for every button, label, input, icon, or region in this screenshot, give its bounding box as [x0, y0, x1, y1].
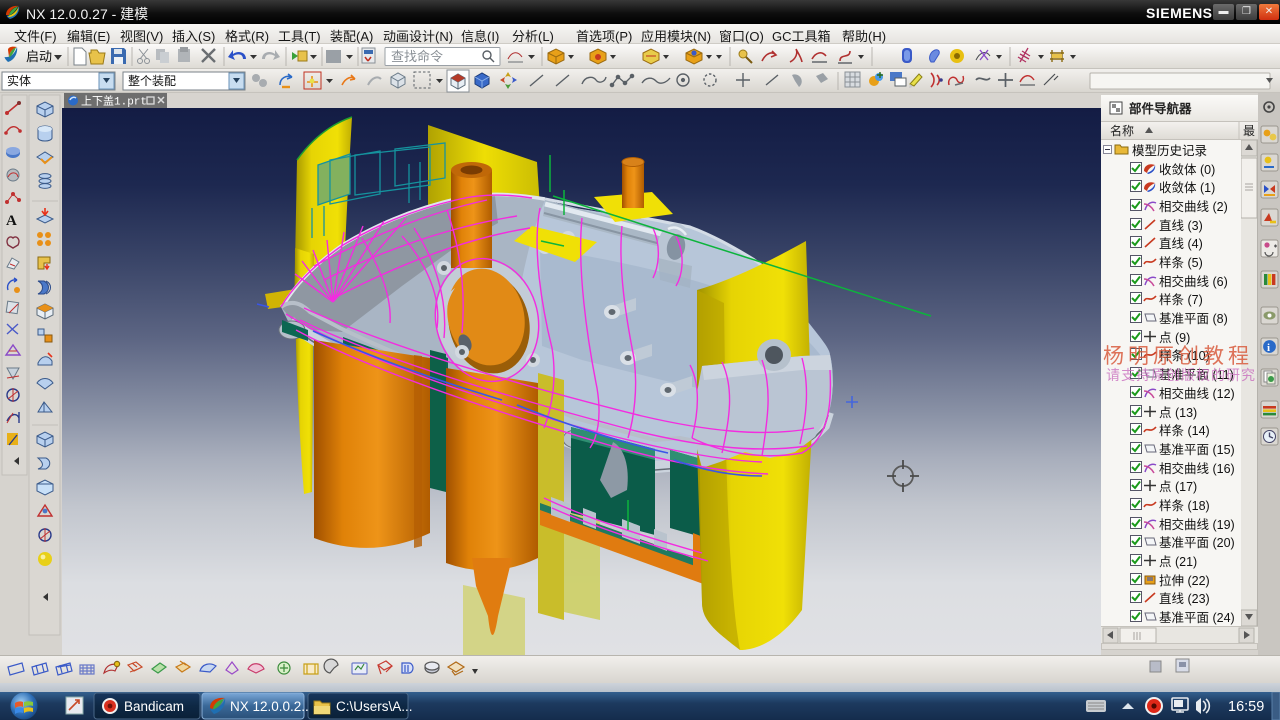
svg-text:Bandicam: Bandicam [124, 699, 184, 714]
svg-text:A: A [6, 213, 17, 229]
svg-text:整个装配: 整个装配 [128, 73, 176, 88]
svg-text:查找命令: 查找命令 [391, 49, 443, 64]
svg-text:实体: 实体 [7, 73, 31, 88]
svg-text:C:\Users\A...: C:\Users\A... [336, 699, 413, 714]
svg-text:名称: 名称 [1110, 123, 1134, 138]
svg-text:启动: 启动 [26, 49, 52, 64]
svg-text:NX 12.0.0.2...: NX 12.0.0.2... [230, 699, 313, 714]
svg-text:部件导航器: 部件导航器 [1129, 101, 1192, 116]
svg-text:最: 最 [1243, 124, 1255, 138]
svg-text:上下盖1.prt: 上下盖1.prt [81, 94, 147, 109]
svg-text:16:59: 16:59 [1228, 699, 1264, 715]
